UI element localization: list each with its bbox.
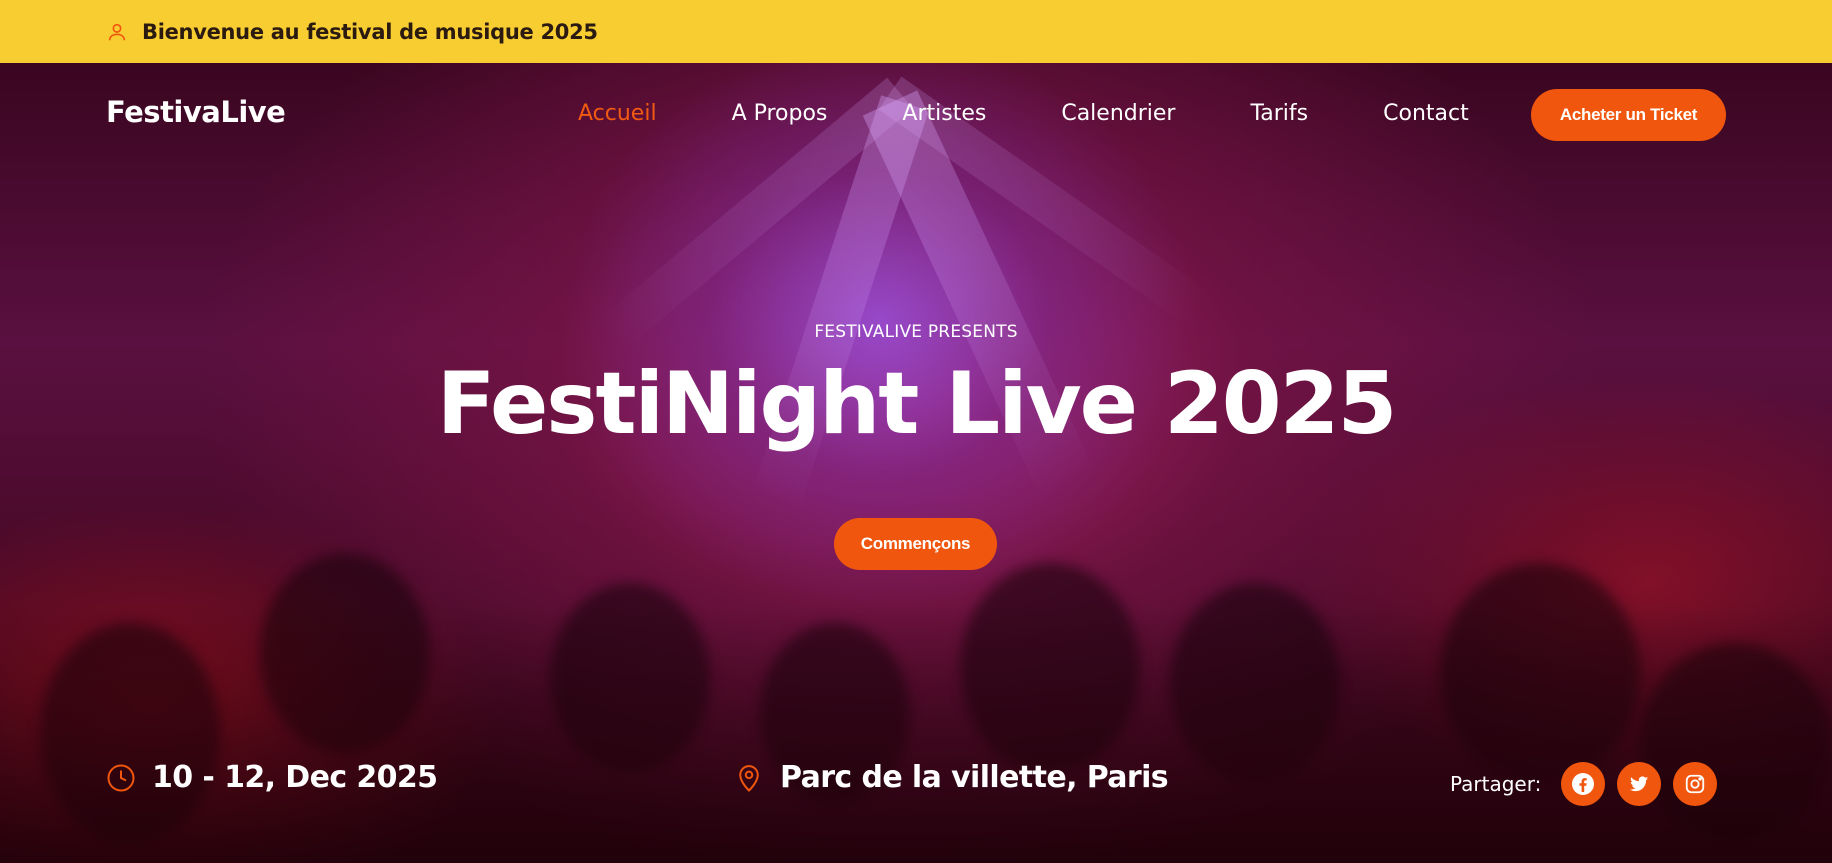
welcome-text: Bienvenue au festival de musique 2025 bbox=[142, 19, 598, 44]
user-icon bbox=[106, 21, 128, 43]
nav-menu: Accueil A Propos Artistes Calendrier Tar… bbox=[578, 101, 1469, 126]
nav-item-contact[interactable]: Contact bbox=[1383, 101, 1469, 126]
clock-icon bbox=[106, 763, 136, 793]
nav-item-calendrier[interactable]: Calendrier bbox=[1061, 101, 1175, 126]
hero-eyebrow: FESTIVALIVE PRESENTS bbox=[814, 322, 1018, 342]
start-button[interactable]: Commençons bbox=[834, 518, 997, 570]
nav-item-accueil[interactable]: Accueil bbox=[578, 101, 657, 126]
share-label: Partager: bbox=[1450, 772, 1542, 796]
main-navigation: FestivaLive Accueil A Propos Artistes Ca… bbox=[0, 63, 1832, 167]
facebook-icon[interactable] bbox=[1561, 762, 1606, 806]
instagram-icon[interactable] bbox=[1673, 762, 1718, 806]
event-date: 10 - 12, Dec 2025 bbox=[106, 760, 438, 795]
nav-item-tarifs[interactable]: Tarifs bbox=[1250, 101, 1308, 126]
event-location: Parc de la villette, Paris bbox=[734, 760, 1169, 795]
nav-item-a-propos[interactable]: A Propos bbox=[732, 101, 828, 126]
event-location-text: Parc de la villette, Paris bbox=[780, 760, 1169, 795]
hero-title: FestiNight Live 2025 bbox=[436, 354, 1398, 454]
buy-ticket-button[interactable]: Acheter un Ticket bbox=[1531, 89, 1726, 141]
map-pin-icon bbox=[734, 763, 764, 793]
event-date-text: 10 - 12, Dec 2025 bbox=[152, 760, 438, 795]
nav-item-artistes[interactable]: Artistes bbox=[902, 101, 986, 126]
share-section: Partager: bbox=[1450, 762, 1718, 806]
announcement-bar: Bienvenue au festival de musique 2025 bbox=[0, 0, 1832, 63]
twitter-icon[interactable] bbox=[1617, 762, 1662, 806]
brand-logo[interactable]: FestivaLive bbox=[106, 95, 286, 129]
hero-background bbox=[0, 63, 1832, 863]
